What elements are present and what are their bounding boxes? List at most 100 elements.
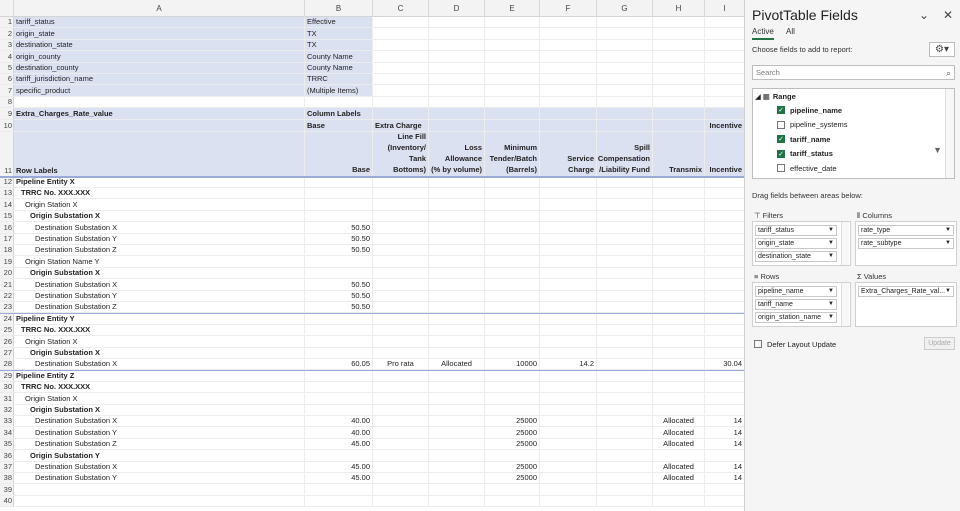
cell-f1[interactable] <box>540 17 597 28</box>
cell-h15[interactable] <box>653 210 705 222</box>
cell-h30[interactable] <box>653 381 705 393</box>
cell-e29[interactable] <box>485 371 540 381</box>
cell-e22[interactable] <box>485 290 540 301</box>
cell-a35[interactable]: Destination Substation Z <box>14 438 305 450</box>
cell-e34[interactable]: 25000 <box>485 427 540 438</box>
cell-b2[interactable]: TX <box>305 28 373 39</box>
cell-f21[interactable] <box>540 279 597 290</box>
tab-active[interactable]: Active <box>752 27 774 40</box>
cell-h3[interactable] <box>653 39 705 51</box>
cell-g30[interactable] <box>597 381 653 393</box>
cell-a2[interactable]: origin_state <box>14 28 305 39</box>
cell-h16[interactable] <box>653 222 705 233</box>
cell-g3[interactable] <box>597 39 653 51</box>
row-number[interactable]: 23 <box>0 302 14 313</box>
cell-f14[interactable] <box>540 199 597 210</box>
cell-i1[interactable] <box>705 17 744 27</box>
chevron-down-icon[interactable]: ▼ <box>828 226 834 235</box>
row-number[interactable]: 8 <box>0 96 14 108</box>
cell-h32[interactable] <box>653 404 705 415</box>
cell-b38[interactable]: 45.00 <box>305 473 373 484</box>
cell-c23[interactable] <box>373 302 429 313</box>
cell-d11[interactable]: Loss Allowance (% by volume) <box>429 131 485 176</box>
cell-e2[interactable] <box>485 28 540 39</box>
cell-e23[interactable] <box>485 302 540 313</box>
cell-e19[interactable] <box>485 256 540 267</box>
cell-a26[interactable]: Origin Station X <box>14 336 305 347</box>
field-list-scrollbar[interactable] <box>945 89 954 178</box>
zone-item-destination-state[interactable]: destination_state ▼ <box>755 251 837 262</box>
cell-g38[interactable] <box>597 473 653 484</box>
cell-d3[interactable] <box>429 39 485 51</box>
cell-f38[interactable] <box>540 473 597 484</box>
cell-h4[interactable] <box>653 51 705 62</box>
cell-e33[interactable]: 25000 <box>485 416 540 427</box>
cell-d16[interactable] <box>429 222 485 233</box>
cell-d20[interactable] <box>429 267 485 279</box>
cell-f6[interactable] <box>540 74 597 85</box>
cell-d30[interactable] <box>429 381 485 393</box>
defer-layout-update-checkbox[interactable]: Defer Layout Update <box>754 337 836 351</box>
cell-e18[interactable] <box>485 245 540 256</box>
cell-a19[interactable]: Origin Station Name Y <box>14 256 305 267</box>
column-header-c[interactable]: C <box>373 0 429 17</box>
cell-c37[interactable] <box>373 461 429 472</box>
cell-g39[interactable] <box>597 484 653 495</box>
cell-g35[interactable] <box>597 438 653 450</box>
cell-e12[interactable] <box>485 177 540 187</box>
row-number[interactable]: 34 <box>0 427 14 438</box>
cell-b6[interactable]: TRRC <box>305 74 373 85</box>
cell-e8[interactable] <box>485 96 540 108</box>
cell-i8[interactable] <box>705 97 744 107</box>
cell-e30[interactable] <box>485 381 540 393</box>
cell-e21[interactable] <box>485 279 540 290</box>
cell-f3[interactable] <box>540 39 597 51</box>
cell-e40[interactable] <box>485 495 540 507</box>
cell-e5[interactable] <box>485 62 540 73</box>
cell-b40[interactable] <box>305 495 373 507</box>
cell-b15[interactable] <box>305 210 373 222</box>
cell-a4[interactable]: origin_county <box>14 51 305 62</box>
cell-e37[interactable]: 25000 <box>485 461 540 472</box>
cell-c10[interactable]: Extra Charge <box>373 119 429 131</box>
row-number[interactable]: 12 <box>0 177 14 187</box>
row-number[interactable]: 32 <box>0 404 14 415</box>
cell-d18[interactable] <box>429 245 485 256</box>
cell-d9[interactable] <box>429 108 485 119</box>
cell-h2[interactable] <box>653 28 705 39</box>
cell-c2[interactable] <box>373 28 429 39</box>
cell-i4[interactable] <box>705 51 744 61</box>
cell-d1[interactable] <box>429 17 485 28</box>
row-number[interactable]: 18 <box>0 245 14 256</box>
cell-f22[interactable] <box>540 290 597 301</box>
cell-g25[interactable] <box>597 324 653 336</box>
cell-f31[interactable] <box>540 393 597 404</box>
row-number[interactable]: 31 <box>0 393 14 404</box>
search-input[interactable]: Search ⌕ <box>752 65 955 80</box>
cell-a7[interactable]: specific_product <box>14 85 305 96</box>
cell-i28[interactable]: 30.04 <box>705 359 744 369</box>
cell-d23[interactable] <box>429 302 485 313</box>
cell-h22[interactable] <box>653 290 705 301</box>
cell-a17[interactable]: Destination Substation Y <box>14 233 305 244</box>
cell-f8[interactable] <box>540 96 597 108</box>
cell-i18[interactable] <box>705 245 744 255</box>
cell-g34[interactable] <box>597 427 653 438</box>
row-number[interactable]: 27 <box>0 347 14 358</box>
cell-f29[interactable] <box>540 371 597 381</box>
row-number[interactable]: 21 <box>0 279 14 290</box>
row-number[interactable]: 6 <box>0 74 14 85</box>
cell-f33[interactable] <box>540 416 597 427</box>
cell-d25[interactable] <box>429 324 485 336</box>
field-item-pipeline-systems[interactable]: pipeline_systems <box>777 118 848 132</box>
cell-d6[interactable] <box>429 74 485 85</box>
cell-b35[interactable]: 45.00 <box>305 438 373 450</box>
row-number[interactable]: 35 <box>0 438 14 450</box>
cell-h28[interactable] <box>653 359 705 370</box>
cell-i7[interactable] <box>705 85 744 95</box>
cell-c3[interactable] <box>373 39 429 51</box>
cell-b29[interactable] <box>305 371 373 381</box>
cell-a9[interactable]: Extra_Charges_Rate_value <box>14 108 305 119</box>
cell-g5[interactable] <box>597 62 653 73</box>
row-number[interactable]: 15 <box>0 210 14 222</box>
